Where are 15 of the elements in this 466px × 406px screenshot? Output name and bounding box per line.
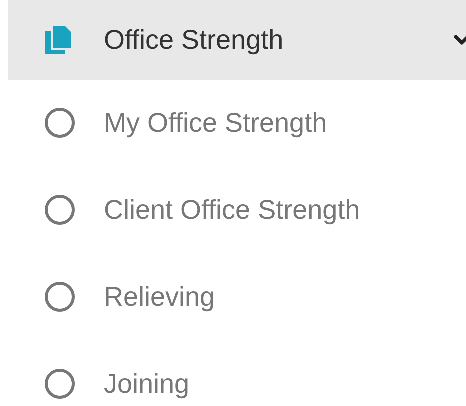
menu-item-label: Relieving [104, 280, 216, 314]
radio-button[interactable] [45, 108, 75, 138]
radio-button[interactable] [45, 195, 75, 225]
menu-item[interactable]: Relieving [0, 280, 466, 314]
radio-button[interactable] [45, 369, 75, 399]
menu-item[interactable]: My Office Strength [0, 106, 466, 140]
menu-item-label: Joining [104, 368, 190, 401]
menu-item-label: Client Office Strength [104, 194, 360, 227]
menu-item[interactable]: Joining [0, 367, 466, 401]
menu-header[interactable]: Office Strength [8, 0, 466, 80]
menu-item[interactable]: Client Office Strength [0, 193, 466, 227]
menu-title: Office Strength [104, 24, 284, 57]
radio-button[interactable] [45, 282, 75, 312]
documents-icon [45, 26, 71, 54]
menu-item-label: My Office Strength [104, 106, 328, 140]
